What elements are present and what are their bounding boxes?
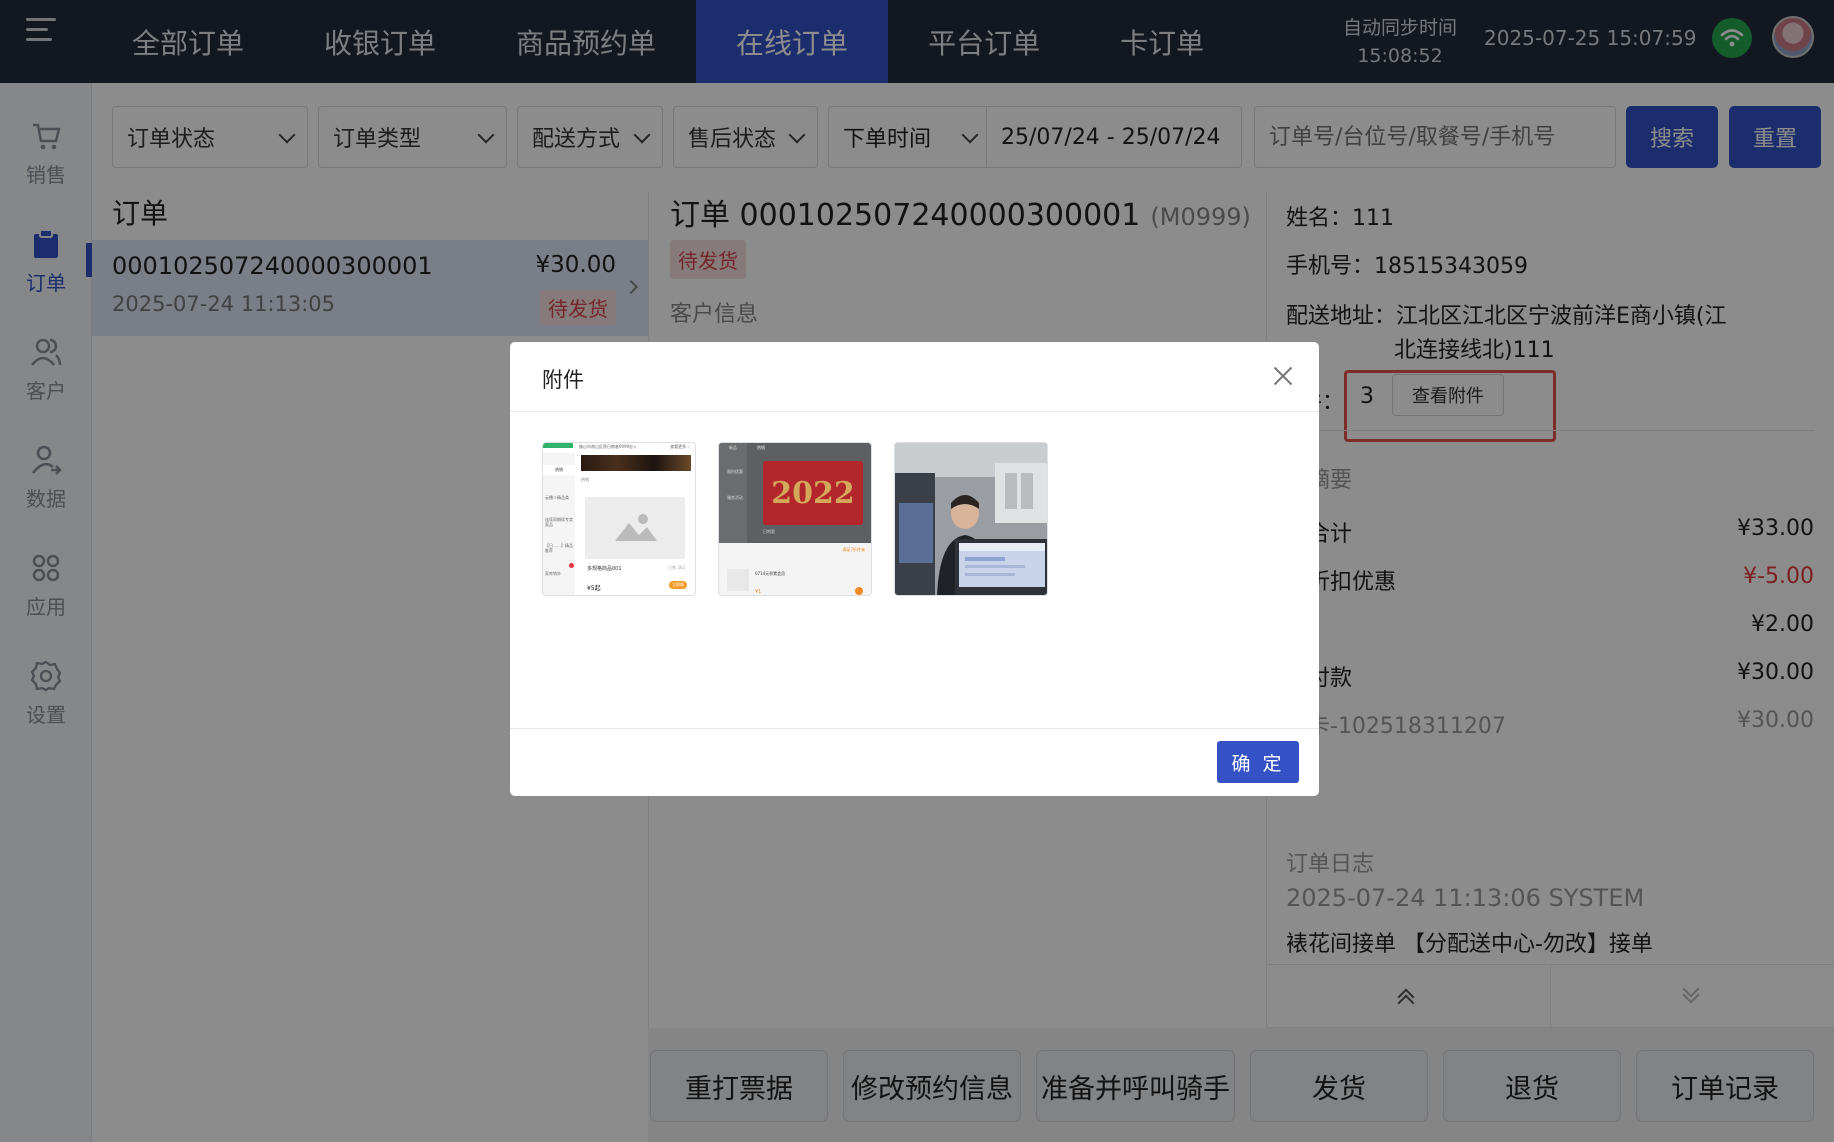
thumb1-product-name: 多规格商品001 <box>587 566 622 572</box>
thumb2-item: 0714元积累会员 <box>755 571 786 576</box>
thumb2-side3: 服务活动 <box>727 495 743 500</box>
thumb1-side1: 热销 <box>555 467 563 472</box>
thumb1-side3: 连续同期续专卖家品 <box>545 517 573 527</box>
thumb2-side1: 新品 <box>729 445 737 450</box>
modal-footer: 确 定 <box>510 728 1319 796</box>
thumb2-year: 2022 <box>771 475 855 511</box>
thumb2-side2: 限时优惠 <box>727 469 743 474</box>
thumb1-price: ¥5起 <box>587 585 601 592</box>
thumb1-header: 佛山市南山区原日期者9099办入 <box>579 444 638 449</box>
attachment-modal: 附件 佛山市南山区原日期者9099办入 查看更多 › 热销 云播＞精品类 连续同… <box>510 342 1319 796</box>
thumb1-sold: 已售 362 <box>668 565 685 570</box>
thumb2-price: ¥1 <box>755 589 762 595</box>
image-placeholder-icon <box>615 514 657 541</box>
thumb1-side5: 家库销外 <box>545 571 561 576</box>
modal-title: 附件 <box>542 368 584 392</box>
office-photo <box>895 443 1047 595</box>
thumb1-side2: 云播＞精品类 <box>545 495 569 500</box>
attachment-thumbnail-2[interactable]: 新品 限时优惠 服务活动 热销 2022 日期要 满足7折传来 0714元积累会… <box>718 442 872 596</box>
modal-header: 附件 <box>510 342 1319 412</box>
thumb2-discount: 满足7折传来 <box>842 547 865 552</box>
thumb1-section: 热销 <box>581 477 589 482</box>
thumb1-side4: 【日……】精品推荐 <box>545 543 573 553</box>
thumb2-sub: 日期要 <box>763 529 775 534</box>
attachment-thumbnail-1[interactable]: 佛山市南山区原日期者9099办入 查看更多 › 热销 云播＞精品类 连续同期续专… <box>542 442 696 596</box>
close-icon[interactable] <box>1271 364 1295 388</box>
thumb1-buy: 立即购 <box>669 581 687 589</box>
confirm-button[interactable]: 确 定 <box>1217 741 1299 783</box>
thumb2-tag: 热销 <box>757 445 765 450</box>
thumb1-header-more: 查看更多 › <box>670 444 689 449</box>
attachment-thumbnail-3[interactable] <box>894 442 1048 596</box>
